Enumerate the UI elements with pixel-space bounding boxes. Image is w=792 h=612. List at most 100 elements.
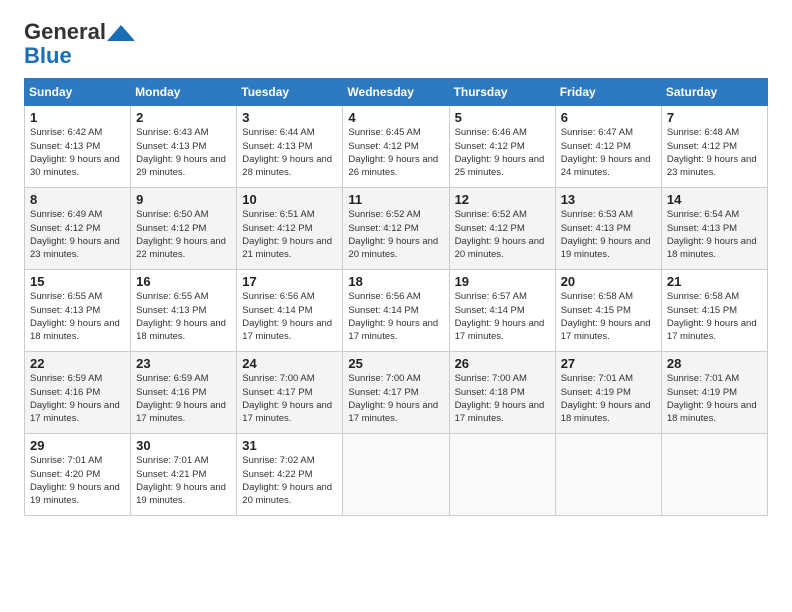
cell-info: Sunrise: 7:01 AMSunset: 4:19 PMDaylight:… <box>561 373 651 424</box>
cell-info: Sunrise: 6:42 AMSunset: 4:13 PMDaylight:… <box>30 127 120 178</box>
day-number: 10 <box>242 192 337 207</box>
calendar-cell: 18 Sunrise: 6:56 AMSunset: 4:14 PMDaylig… <box>343 270 449 352</box>
calendar-cell: 22 Sunrise: 6:59 AMSunset: 4:16 PMDaylig… <box>25 352 131 434</box>
calendar-cell: 24 Sunrise: 7:00 AMSunset: 4:17 PMDaylig… <box>237 352 343 434</box>
day-number: 11 <box>348 192 443 207</box>
calendar-cell: 29 Sunrise: 7:01 AMSunset: 4:20 PMDaylig… <box>25 434 131 516</box>
calendar-cell: 7 Sunrise: 6:48 AMSunset: 4:12 PMDayligh… <box>661 106 767 188</box>
column-header-friday: Friday <box>555 79 661 106</box>
calendar-week-4: 22 Sunrise: 6:59 AMSunset: 4:16 PMDaylig… <box>25 352 768 434</box>
day-number: 30 <box>136 438 231 453</box>
cell-info: Sunrise: 6:47 AMSunset: 4:12 PMDaylight:… <box>561 127 651 178</box>
day-number: 28 <box>667 356 762 371</box>
column-header-tuesday: Tuesday <box>237 79 343 106</box>
calendar-cell: 10 Sunrise: 6:51 AMSunset: 4:12 PMDaylig… <box>237 188 343 270</box>
cell-info: Sunrise: 6:48 AMSunset: 4:12 PMDaylight:… <box>667 127 757 178</box>
cell-info: Sunrise: 6:52 AMSunset: 4:12 PMDaylight:… <box>348 209 438 260</box>
column-header-wednesday: Wednesday <box>343 79 449 106</box>
logo: General Blue <box>24 20 136 68</box>
day-number: 16 <box>136 274 231 289</box>
day-number: 20 <box>561 274 656 289</box>
day-number: 23 <box>136 356 231 371</box>
logo-text: General Blue <box>24 20 136 68</box>
cell-info: Sunrise: 6:58 AMSunset: 4:15 PMDaylight:… <box>561 291 651 342</box>
cell-info: Sunrise: 6:49 AMSunset: 4:12 PMDaylight:… <box>30 209 120 260</box>
calendar-week-5: 29 Sunrise: 7:01 AMSunset: 4:20 PMDaylig… <box>25 434 768 516</box>
cell-info: Sunrise: 6:57 AMSunset: 4:14 PMDaylight:… <box>455 291 545 342</box>
calendar-cell: 17 Sunrise: 6:56 AMSunset: 4:14 PMDaylig… <box>237 270 343 352</box>
day-number: 12 <box>455 192 550 207</box>
calendar-cell: 9 Sunrise: 6:50 AMSunset: 4:12 PMDayligh… <box>131 188 237 270</box>
column-header-thursday: Thursday <box>449 79 555 106</box>
column-header-saturday: Saturday <box>661 79 767 106</box>
day-number: 25 <box>348 356 443 371</box>
calendar-cell: 26 Sunrise: 7:00 AMSunset: 4:18 PMDaylig… <box>449 352 555 434</box>
calendar-cell: 25 Sunrise: 7:00 AMSunset: 4:17 PMDaylig… <box>343 352 449 434</box>
cell-info: Sunrise: 6:55 AMSunset: 4:13 PMDaylight:… <box>30 291 120 342</box>
day-number: 17 <box>242 274 337 289</box>
calendar-week-2: 8 Sunrise: 6:49 AMSunset: 4:12 PMDayligh… <box>25 188 768 270</box>
cell-info: Sunrise: 7:02 AMSunset: 4:22 PMDaylight:… <box>242 455 332 506</box>
cell-info: Sunrise: 7:01 AMSunset: 4:21 PMDaylight:… <box>136 455 226 506</box>
day-number: 2 <box>136 110 231 125</box>
cell-info: Sunrise: 6:52 AMSunset: 4:12 PMDaylight:… <box>455 209 545 260</box>
day-number: 15 <box>30 274 125 289</box>
day-number: 19 <box>455 274 550 289</box>
calendar-cell: 2 Sunrise: 6:43 AMSunset: 4:13 PMDayligh… <box>131 106 237 188</box>
calendar-cell: 15 Sunrise: 6:55 AMSunset: 4:13 PMDaylig… <box>25 270 131 352</box>
cell-info: Sunrise: 6:43 AMSunset: 4:13 PMDaylight:… <box>136 127 226 178</box>
cell-info: Sunrise: 6:56 AMSunset: 4:14 PMDaylight:… <box>242 291 332 342</box>
calendar-cell: 16 Sunrise: 6:55 AMSunset: 4:13 PMDaylig… <box>131 270 237 352</box>
cell-info: Sunrise: 6:59 AMSunset: 4:16 PMDaylight:… <box>136 373 226 424</box>
calendar-cell: 8 Sunrise: 6:49 AMSunset: 4:12 PMDayligh… <box>25 188 131 270</box>
cell-info: Sunrise: 6:46 AMSunset: 4:12 PMDaylight:… <box>455 127 545 178</box>
calendar-cell: 11 Sunrise: 6:52 AMSunset: 4:12 PMDaylig… <box>343 188 449 270</box>
cell-info: Sunrise: 6:45 AMSunset: 4:12 PMDaylight:… <box>348 127 438 178</box>
day-number: 14 <box>667 192 762 207</box>
header: General Blue <box>24 20 768 68</box>
day-number: 24 <box>242 356 337 371</box>
cell-info: Sunrise: 6:53 AMSunset: 4:13 PMDaylight:… <box>561 209 651 260</box>
calendar-cell: 23 Sunrise: 6:59 AMSunset: 4:16 PMDaylig… <box>131 352 237 434</box>
calendar-cell: 14 Sunrise: 6:54 AMSunset: 4:13 PMDaylig… <box>661 188 767 270</box>
day-number: 5 <box>455 110 550 125</box>
cell-info: Sunrise: 7:01 AMSunset: 4:20 PMDaylight:… <box>30 455 120 506</box>
calendar-cell: 31 Sunrise: 7:02 AMSunset: 4:22 PMDaylig… <box>237 434 343 516</box>
cell-info: Sunrise: 6:54 AMSunset: 4:13 PMDaylight:… <box>667 209 757 260</box>
cell-info: Sunrise: 7:00 AMSunset: 4:17 PMDaylight:… <box>348 373 438 424</box>
cell-info: Sunrise: 6:51 AMSunset: 4:12 PMDaylight:… <box>242 209 332 260</box>
calendar-cell: 28 Sunrise: 7:01 AMSunset: 4:19 PMDaylig… <box>661 352 767 434</box>
cell-info: Sunrise: 6:44 AMSunset: 4:13 PMDaylight:… <box>242 127 332 178</box>
calendar-cell: 3 Sunrise: 6:44 AMSunset: 4:13 PMDayligh… <box>237 106 343 188</box>
day-number: 1 <box>30 110 125 125</box>
day-number: 3 <box>242 110 337 125</box>
calendar-cell <box>343 434 449 516</box>
day-number: 18 <box>348 274 443 289</box>
calendar-cell: 20 Sunrise: 6:58 AMSunset: 4:15 PMDaylig… <box>555 270 661 352</box>
cell-info: Sunrise: 6:50 AMSunset: 4:12 PMDaylight:… <box>136 209 226 260</box>
calendar-cell: 1 Sunrise: 6:42 AMSunset: 4:13 PMDayligh… <box>25 106 131 188</box>
day-number: 29 <box>30 438 125 453</box>
day-number: 4 <box>348 110 443 125</box>
column-header-sunday: Sunday <box>25 79 131 106</box>
day-number: 27 <box>561 356 656 371</box>
calendar-cell: 6 Sunrise: 6:47 AMSunset: 4:12 PMDayligh… <box>555 106 661 188</box>
calendar-cell <box>661 434 767 516</box>
calendar-cell: 27 Sunrise: 7:01 AMSunset: 4:19 PMDaylig… <box>555 352 661 434</box>
calendar-week-3: 15 Sunrise: 6:55 AMSunset: 4:13 PMDaylig… <box>25 270 768 352</box>
calendar-cell: 12 Sunrise: 6:52 AMSunset: 4:12 PMDaylig… <box>449 188 555 270</box>
cell-info: Sunrise: 7:00 AMSunset: 4:18 PMDaylight:… <box>455 373 545 424</box>
cell-info: Sunrise: 6:55 AMSunset: 4:13 PMDaylight:… <box>136 291 226 342</box>
day-number: 9 <box>136 192 231 207</box>
calendar-cell: 4 Sunrise: 6:45 AMSunset: 4:12 PMDayligh… <box>343 106 449 188</box>
day-number: 26 <box>455 356 550 371</box>
day-number: 21 <box>667 274 762 289</box>
cell-info: Sunrise: 6:59 AMSunset: 4:16 PMDaylight:… <box>30 373 120 424</box>
day-number: 6 <box>561 110 656 125</box>
calendar-cell: 19 Sunrise: 6:57 AMSunset: 4:14 PMDaylig… <box>449 270 555 352</box>
calendar-table: SundayMondayTuesdayWednesdayThursdayFrid… <box>24 78 768 516</box>
cell-info: Sunrise: 7:00 AMSunset: 4:17 PMDaylight:… <box>242 373 332 424</box>
calendar-cell <box>555 434 661 516</box>
calendar-cell: 5 Sunrise: 6:46 AMSunset: 4:12 PMDayligh… <box>449 106 555 188</box>
calendar-cell: 13 Sunrise: 6:53 AMSunset: 4:13 PMDaylig… <box>555 188 661 270</box>
